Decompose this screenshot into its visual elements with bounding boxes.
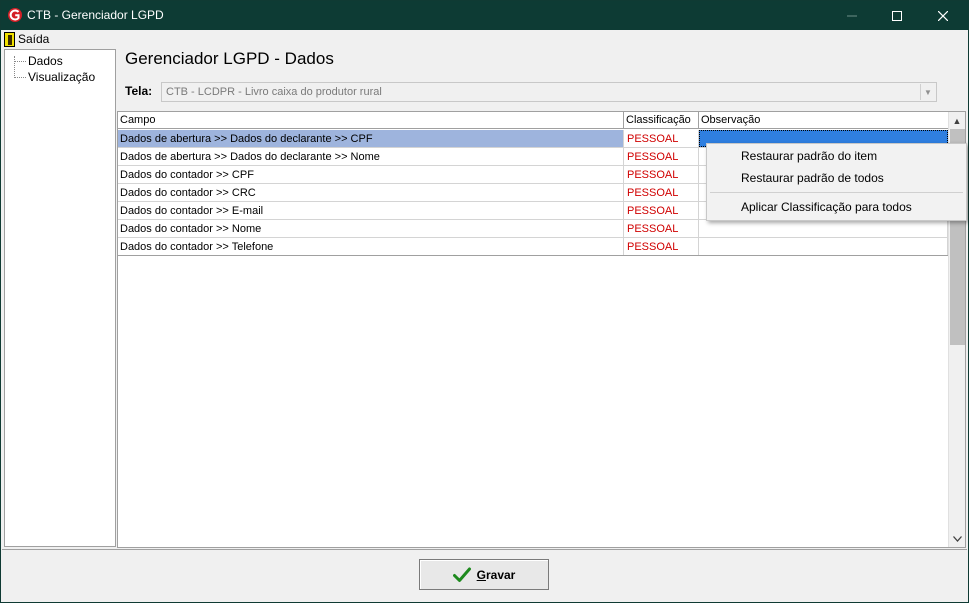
cell-campo[interactable]: Dados do contador >> E-mail	[118, 202, 624, 219]
close-button[interactable]	[920, 1, 966, 30]
tree-item-dados[interactable]: Dados	[14, 54, 63, 68]
checkmark-icon	[452, 567, 471, 582]
menu-item-restaurar-todos[interactable]: Restaurar padrão de todos	[741, 168, 884, 188]
grid-header: Campo Classificação Observação	[118, 112, 949, 129]
footer-divider	[2, 549, 967, 550]
main-window: CTB - Gerenciador LGPD Saída Dados Visua…	[0, 0, 969, 603]
menu-exit[interactable]: Saída	[4, 31, 49, 47]
tela-select-value: CTB - LCDPR - Livro caixa do produtor ru…	[166, 86, 382, 98]
cell-campo[interactable]: Dados do contador >> Nome	[118, 220, 624, 237]
tree-item-label: Dados	[28, 54, 63, 68]
cell-classificacao[interactable]: PESSOAL	[624, 184, 699, 201]
cell-classificacao[interactable]: PESSOAL	[624, 148, 699, 165]
cell-campo[interactable]: Dados de abertura >> Dados do declarante…	[118, 130, 624, 147]
title-bar[interactable]: CTB - Gerenciador LGPD	[1, 1, 968, 30]
column-header-campo[interactable]: Campo	[118, 112, 624, 129]
cell-campo[interactable]: Dados de abertura >> Dados do declarante…	[118, 148, 624, 165]
maximize-button[interactable]	[874, 1, 920, 30]
cell-classificacao[interactable]: PESSOAL	[624, 238, 699, 255]
minimize-button[interactable]	[829, 1, 875, 30]
save-button-label: Gravar	[476, 567, 516, 582]
save-button[interactable]: Gravar	[419, 559, 549, 590]
cell-classificacao[interactable]: PESSOAL	[624, 202, 699, 219]
tela-label: Tela:	[125, 84, 153, 98]
navigation-tree: Dados Visualização	[4, 49, 116, 547]
app-logo-icon	[8, 8, 22, 22]
table-row[interactable]: Dados do contador >> Telefone PESSOAL	[118, 238, 948, 256]
cell-classificacao[interactable]: PESSOAL	[624, 130, 699, 147]
cell-campo[interactable]: Dados do contador >> Telefone	[118, 238, 624, 255]
column-header-observacao[interactable]: Observação	[699, 112, 949, 129]
scroll-up-icon[interactable]: ▲	[949, 112, 965, 129]
cell-campo[interactable]: Dados do contador >> CPF	[118, 166, 624, 183]
minimize-icon	[847, 15, 857, 16]
context-menu: Restaurar padrão do item Restaurar padrã…	[706, 143, 967, 221]
menu-exit-label: Saída	[18, 32, 50, 46]
page-title: Gerenciador LGPD - Dados	[125, 49, 334, 68]
menu-item-restaurar-item[interactable]: Restaurar padrão do item	[741, 146, 877, 166]
chevron-down-icon[interactable]: ▼	[920, 84, 935, 100]
column-header-classificacao[interactable]: Classificação	[624, 112, 699, 129]
menu-item-aplicar-classificacao[interactable]: Aplicar Classificação para todos	[741, 197, 912, 217]
cell-campo[interactable]: Dados do contador >> CRC	[118, 184, 624, 201]
table-row[interactable]: Dados do contador >> Nome PESSOAL	[118, 220, 948, 238]
menu-separator	[710, 192, 963, 193]
exit-door-icon	[4, 31, 15, 47]
cell-observacao[interactable]	[699, 238, 948, 255]
cell-observacao[interactable]	[699, 220, 948, 237]
menu-bar: Saída	[2, 30, 967, 48]
cell-classificacao[interactable]: PESSOAL	[624, 220, 699, 237]
cell-classificacao[interactable]: PESSOAL	[624, 166, 699, 183]
tela-select[interactable]: CTB - LCDPR - Livro caixa do produtor ru…	[161, 82, 937, 102]
maximize-icon	[892, 10, 902, 21]
scroll-down-icon[interactable]	[949, 530, 965, 547]
tree-item-visualizacao[interactable]: Visualização	[14, 70, 95, 84]
window-title: CTB - Gerenciador LGPD	[27, 8, 164, 22]
close-icon	[938, 10, 948, 21]
tree-item-label: Visualização	[28, 70, 96, 84]
